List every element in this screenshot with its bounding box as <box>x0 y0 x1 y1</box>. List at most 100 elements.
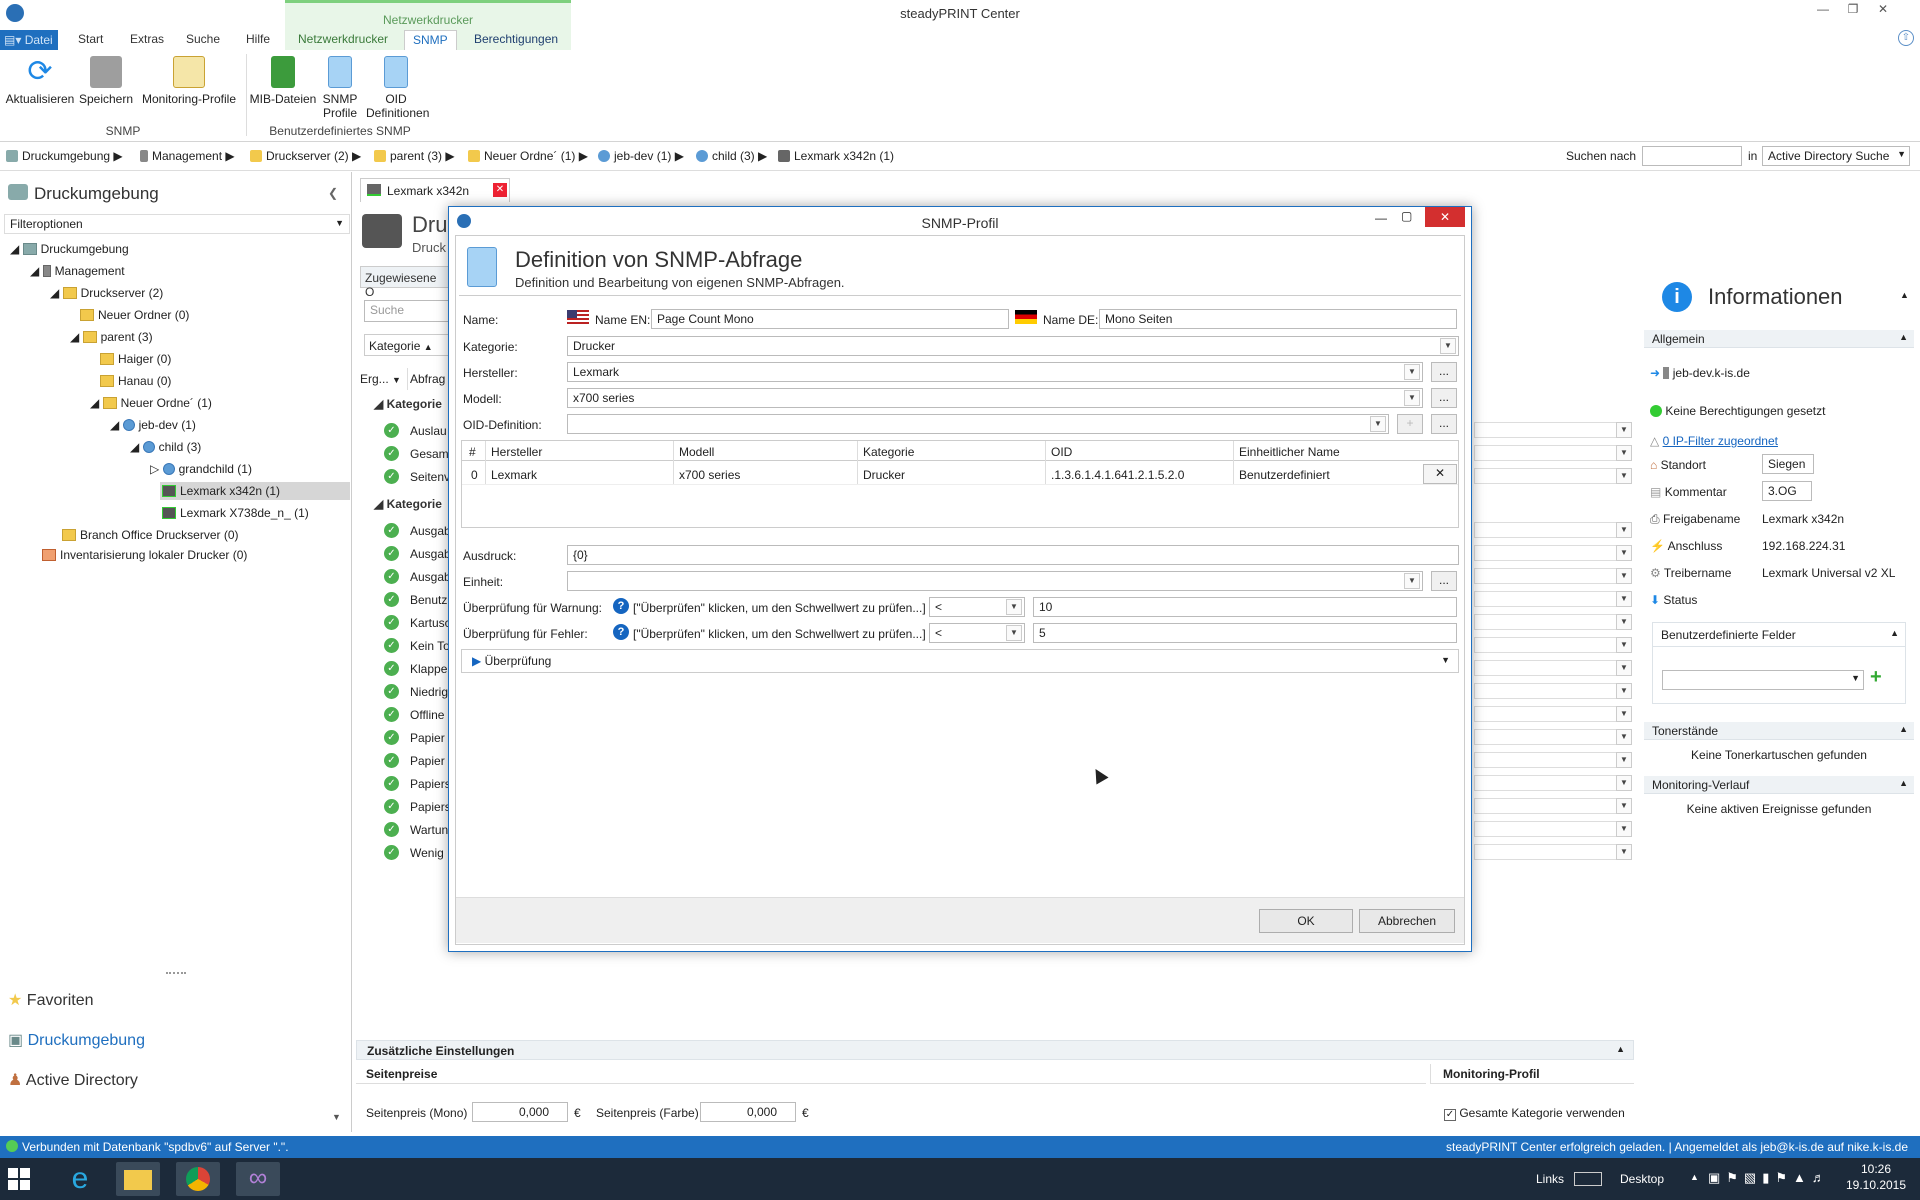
row-dropdown-button[interactable]: ▼ <box>1616 683 1632 699</box>
tree-item-neuer-ordne[interactable]: ◢ Neuer Ordne´ (1) <box>90 396 212 410</box>
ipfilter-link[interactable]: △ 0 IP-Filter zugeordnet <box>1650 434 1778 448</box>
error-check-hint[interactable]: ["Überprüfen" klicken, um den Schwellwer… <box>633 627 926 641</box>
error-threshold-input[interactable]: 5 <box>1033 623 1457 643</box>
row-dropdown-field[interactable] <box>1474 522 1616 538</box>
model-more-button[interactable]: ... <box>1431 388 1457 408</box>
row-dropdown-button[interactable]: ▼ <box>1616 445 1632 461</box>
unit-select[interactable]: ▼ <box>567 571 1423 591</box>
model-select[interactable]: x700 series ▼ <box>567 388 1423 408</box>
tree-item-grandchild[interactable]: ▷ grandchild (1) <box>150 462 252 476</box>
tree-item-neuer-ordner[interactable]: Neuer Ordner (0) <box>80 308 189 322</box>
oid-more-button[interactable]: ... <box>1431 414 1457 434</box>
list-item[interactable]: Offline <box>410 708 448 722</box>
help-icon[interactable]: ? <box>613 598 629 614</box>
nav-favoriten[interactable]: ★ Favoriten <box>8 990 94 1010</box>
row-dropdown-field[interactable] <box>1474 591 1616 607</box>
list-item[interactable]: Papiers <box>410 800 448 814</box>
minimize-button[interactable]: — <box>1812 2 1834 22</box>
row-dropdown-field[interactable] <box>1474 752 1616 768</box>
refresh-button[interactable]: ⟳ Aktualisieren <box>4 56 76 107</box>
monitoring-profiles-button[interactable]: Monitoring-Profile <box>138 56 240 106</box>
row-dropdown-button[interactable]: ▼ <box>1616 522 1632 538</box>
color-price-input[interactable]: 0,000 <box>700 1102 796 1122</box>
tab-snmp[interactable]: SNMP <box>404 30 457 50</box>
row-dropdown-field[interactable] <box>1474 568 1616 584</box>
row-dropdown-button[interactable]: ▼ <box>1616 775 1632 791</box>
col-erg[interactable]: Erg... ▼ <box>356 368 408 390</box>
tree-item-druckserver[interactable]: ◢ Druckserver (2) <box>50 286 163 300</box>
filter-options-select[interactable]: Filteroptionen ▼ <box>4 214 350 234</box>
warning-threshold-input[interactable]: 10 <box>1033 597 1457 617</box>
list-item[interactable]: Kein To <box>410 639 448 653</box>
list-item[interactable]: Seitenv <box>410 470 448 484</box>
desktop-toolbar[interactable]: Desktop <box>1620 1172 1664 1186</box>
oid-add-button[interactable]: + <box>1397 414 1423 434</box>
row-dropdown-button[interactable]: ▼ <box>1616 660 1632 676</box>
tray-expand-icon[interactable]: ▲ <box>1690 1172 1699 1182</box>
row-dropdown-button[interactable]: ▼ <box>1616 568 1632 584</box>
tree-item-jeb-dev[interactable]: ◢ jeb-dev (1) <box>110 418 196 432</box>
list-item[interactable]: Kartusc <box>410 616 448 630</box>
row-dropdown-button[interactable]: ▼ <box>1616 545 1632 561</box>
category-column-chip[interactable]: Kategorie ▲ <box>364 334 450 356</box>
kommentar-value[interactable]: 3.OG <box>1762 481 1812 501</box>
row-dropdown-field[interactable] <box>1474 775 1616 791</box>
nav-active-directory[interactable]: ♟ Active Directory <box>8 1070 138 1090</box>
tree-item-branch-office[interactable]: Branch Office Druckserver (0) <box>62 528 239 542</box>
name-en-input[interactable]: Page Count Mono <box>651 309 1009 329</box>
tree-item-parent[interactable]: ◢ parent (3) <box>70 330 153 344</box>
row-dropdown-field[interactable] <box>1474 706 1616 722</box>
tree-item-lexmark-x342n[interactable]: Lexmark x342n (1) <box>160 482 350 500</box>
tab-berechtigungen[interactable]: Berechtigungen <box>466 30 566 50</box>
row-dropdown-button[interactable]: ▼ <box>1616 422 1632 438</box>
help-icon[interactable]: ? <box>613 624 629 640</box>
tree-item-lexmark-x738[interactable]: Lexmark X738de_n_ (1) <box>162 506 309 520</box>
custom-fields-header[interactable]: Benutzerdefinierte Felder ▲ <box>1653 623 1905 647</box>
row-dropdown-button[interactable]: ▼ <box>1616 637 1632 653</box>
crumb-neuer-ordner[interactable]: Neuer Ordne´ (1) ▶ <box>468 149 588 163</box>
row-dropdown-button[interactable]: ▼ <box>1616 468 1632 484</box>
vendor-select[interactable]: Lexmark ▼ <box>567 362 1423 382</box>
row-dropdown-button[interactable]: ▼ <box>1616 844 1632 860</box>
list-item[interactable]: Papier <box>410 754 448 768</box>
row-dropdown-field[interactable] <box>1474 637 1616 653</box>
list-item[interactable]: Niedrig <box>410 685 448 699</box>
status-row[interactable]: ⬇ Status <box>1650 593 1697 607</box>
col-abfrag[interactable]: Abfrag <box>410 372 445 386</box>
category-select[interactable]: Drucker ▼ <box>567 336 1459 356</box>
list-item[interactable]: Papier <box>410 731 448 745</box>
clock-time[interactable]: 10:26 <box>1846 1162 1906 1176</box>
tree-item-management[interactable]: ◢ Management <box>30 264 125 278</box>
dialog-minimize-button[interactable]: — <box>1375 211 1387 225</box>
close-window-button[interactable]: ✕ <box>1872 2 1894 22</box>
name-de-input[interactable]: Mono Seiten <box>1099 309 1457 329</box>
restore-button[interactable]: ❐ <box>1842 2 1864 22</box>
center-search-input[interactable]: Suche <box>364 300 450 322</box>
collapse-pane-button[interactable]: ❮ <box>328 186 338 200</box>
search-input[interactable] <box>1642 146 1742 166</box>
row-dropdown-field[interactable] <box>1474 445 1616 461</box>
crumb-management[interactable]: Management ▶ <box>140 149 235 163</box>
row-dropdown-button[interactable]: ▼ <box>1616 706 1632 722</box>
row-dropdown-button[interactable]: ▼ <box>1616 821 1632 837</box>
tray-icons[interactable]: ▣⚑▧▮⚑▲♬ <box>1708 1170 1831 1186</box>
crumb-child[interactable]: child (3) ▶ <box>696 149 767 163</box>
tab-extras[interactable]: Extras <box>122 30 172 50</box>
expression-input[interactable]: {0} <box>567 545 1459 565</box>
ok-button[interactable]: OK <box>1259 909 1353 933</box>
row-dropdown-button[interactable]: ▼ <box>1616 614 1632 630</box>
file-tab[interactable]: ▤▾ Datei <box>0 30 58 50</box>
close-tab-button[interactable]: ✕ <box>493 183 507 197</box>
tree-item-child[interactable]: ◢ child (3) <box>130 440 201 454</box>
tab-zugewiesene[interactable]: Zugewiesene O <box>360 266 450 299</box>
row-dropdown-field[interactable] <box>1474 729 1616 745</box>
crumb-druckserver[interactable]: Druckserver (2) ▶ <box>250 149 361 163</box>
chrome-icon[interactable] <box>176 1162 220 1196</box>
group-header-1[interactable]: ◢ Kategorie <box>374 397 442 411</box>
standort-value[interactable]: Siegen <box>1762 454 1814 474</box>
row-dropdown-field[interactable] <box>1474 798 1616 814</box>
row-dropdown-button[interactable]: ▼ <box>1616 798 1632 814</box>
custom-field-select[interactable]: ▼ <box>1662 670 1864 690</box>
error-operator-select[interactable]: < ▼ <box>929 623 1025 643</box>
group-header-2[interactable]: ◢ Kategorie <box>374 497 442 511</box>
